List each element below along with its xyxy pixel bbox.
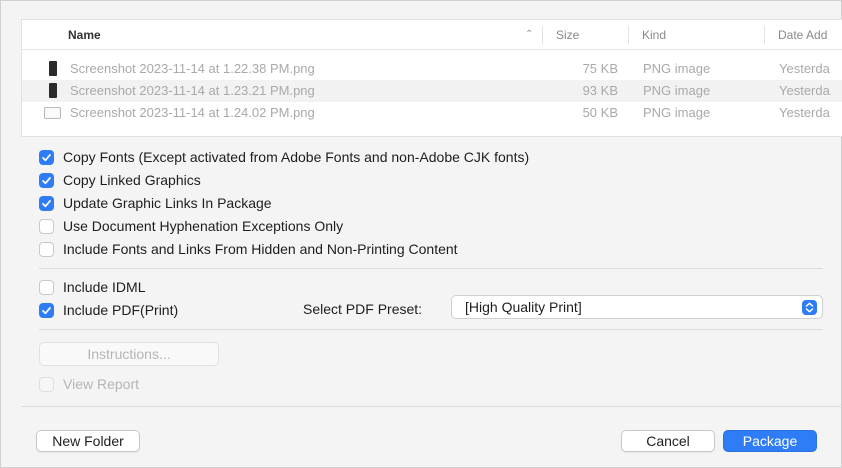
file-kind: PNG image bbox=[643, 105, 711, 120]
package-dialog: Name ⌃ Size Kind Date Add Screenshot 202… bbox=[0, 0, 842, 468]
file-date-added: Yesterda bbox=[779, 61, 830, 76]
file-name: Screenshot 2023-11-14 at 1.24.02 PM.png bbox=[70, 105, 315, 120]
file-name: Screenshot 2023-11-14 at 1.23.21 PM.png bbox=[70, 83, 315, 98]
checkbox-unchecked-icon[interactable] bbox=[39, 279, 54, 295]
divider bbox=[21, 406, 842, 407]
file-row-partial bbox=[22, 128, 842, 136]
file-row[interactable]: Screenshot 2023-11-14 at 1.24.02 PM.png … bbox=[22, 102, 842, 124]
image-file-icon bbox=[49, 83, 57, 98]
file-date-added: Yesterda bbox=[779, 83, 830, 98]
hyphenation-exceptions-option[interactable]: Use Document Hyphenation Exceptions Only bbox=[39, 217, 343, 235]
pdf-preset-value: [High Quality Print] bbox=[465, 299, 582, 315]
column-header-size[interactable]: Size bbox=[556, 28, 579, 42]
instructions-button[interactable]: Instructions... bbox=[39, 342, 219, 366]
column-divider bbox=[628, 26, 629, 44]
include-pdf-label: Include PDF(Print) bbox=[63, 302, 179, 318]
include-idml-label: Include IDML bbox=[63, 279, 146, 295]
image-file-icon bbox=[49, 61, 57, 76]
checkbox-checked-icon[interactable] bbox=[39, 195, 54, 211]
new-folder-button[interactable]: New Folder bbox=[36, 430, 140, 452]
include-idml-option[interactable]: Include IDML bbox=[39, 278, 145, 296]
file-row[interactable]: Screenshot 2023-11-14 at 1.23.21 PM.png … bbox=[22, 80, 842, 102]
view-report-option[interactable]: View Report bbox=[39, 375, 139, 393]
file-size: 75 KB bbox=[582, 61, 618, 76]
copy-fonts-label: Copy Fonts (Except activated from Adobe … bbox=[63, 149, 530, 165]
update-graphic-links-label: Update Graphic Links In Package bbox=[63, 195, 272, 211]
file-date-added: Yesterda bbox=[779, 105, 830, 120]
update-graphic-links-option[interactable]: Update Graphic Links In Package bbox=[39, 194, 272, 212]
hyphenation-exceptions-label: Use Document Hyphenation Exceptions Only bbox=[63, 218, 344, 234]
package-button[interactable]: Package bbox=[723, 430, 817, 452]
divider bbox=[39, 329, 823, 330]
file-name: Screenshot 2023-11-14 at 1.22.38 PM.png bbox=[70, 61, 315, 76]
cancel-button[interactable]: Cancel bbox=[621, 430, 715, 452]
column-header-name[interactable]: Name bbox=[68, 28, 101, 42]
file-list-header: Name ⌃ Size Kind Date Add bbox=[22, 20, 842, 50]
pdf-preset-select[interactable]: [High Quality Print] bbox=[451, 295, 823, 319]
select-arrows-icon[interactable] bbox=[802, 300, 817, 315]
file-row[interactable]: Screenshot 2023-11-14 at 1.22.38 PM.png … bbox=[22, 58, 842, 80]
copy-linked-graphics-label: Copy Linked Graphics bbox=[63, 172, 201, 188]
copy-linked-graphics-option[interactable]: Copy Linked Graphics bbox=[39, 171, 201, 189]
file-list[interactable]: Name ⌃ Size Kind Date Add Screenshot 202… bbox=[21, 19, 842, 137]
checkbox-checked-icon[interactable] bbox=[39, 149, 54, 165]
include-hidden-content-option[interactable]: Include Fonts and Links From Hidden and … bbox=[39, 240, 458, 258]
column-header-kind[interactable]: Kind bbox=[642, 28, 666, 42]
include-hidden-content-label: Include Fonts and Links From Hidden and … bbox=[63, 241, 458, 257]
pdf-preset-label: Select PDF Preset: bbox=[303, 301, 423, 317]
divider bbox=[39, 268, 823, 269]
column-divider bbox=[764, 26, 765, 44]
checkbox-unchecked-icon[interactable] bbox=[39, 218, 54, 234]
copy-fonts-option[interactable]: Copy Fonts (Except activated from Adobe … bbox=[39, 148, 529, 166]
file-kind: PNG image bbox=[643, 83, 711, 98]
file-size: 93 KB bbox=[582, 83, 618, 98]
checkbox-checked-icon[interactable] bbox=[39, 172, 54, 188]
checkbox-unchecked-icon[interactable] bbox=[39, 241, 54, 257]
include-pdf-option[interactable]: Include PDF(Print) bbox=[39, 301, 178, 319]
column-header-date-added[interactable]: Date Add bbox=[778, 28, 827, 42]
checkbox-checked-icon[interactable] bbox=[39, 302, 54, 318]
file-size: 50 KB bbox=[582, 105, 618, 120]
file-kind: PNG image bbox=[643, 61, 711, 76]
image-file-icon bbox=[44, 107, 61, 119]
checkbox-disabled-icon[interactable] bbox=[39, 376, 54, 392]
column-divider bbox=[542, 26, 543, 44]
sort-ascending-icon[interactable]: ⌃ bbox=[525, 29, 533, 40]
view-report-label: View Report bbox=[63, 376, 140, 392]
